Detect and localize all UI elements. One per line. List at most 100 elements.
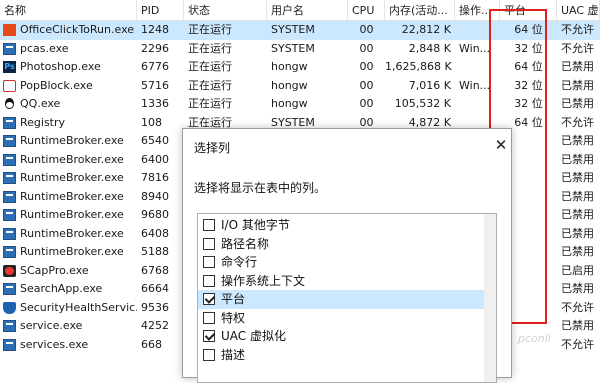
app-icon xyxy=(3,135,16,147)
cell-pid: 4252 xyxy=(141,319,169,332)
checkbox[interactable] xyxy=(203,219,215,231)
cell-uac-virtualization: 已禁用 xyxy=(561,171,594,184)
option-label: UAC 虚拟化 xyxy=(221,329,286,343)
process-name: pcas.exe xyxy=(20,41,69,55)
column-header-uac-virtualization[interactable]: UAC 虚拟化 xyxy=(557,0,600,21)
option-path-name[interactable]: 路径名称 xyxy=(198,235,496,254)
cell-platform: 32 位 xyxy=(514,78,543,92)
cell-memory: 1,625,868 K xyxy=(385,60,452,73)
shield-icon xyxy=(3,301,16,314)
process-name: RuntimeBroker.exe xyxy=(20,245,124,258)
cell-user: hongw xyxy=(271,97,308,110)
cell-platform: 64 位 xyxy=(514,60,543,73)
list-scrollbar[interactable] xyxy=(484,214,496,382)
process-name: Photoshop.exe xyxy=(20,60,101,73)
cell-name: RuntimeBroker.exe xyxy=(0,225,137,244)
cell-uac-virtualization: 已禁用 xyxy=(561,97,594,110)
cell-pid: 5188 xyxy=(141,245,169,258)
column-header-status[interactable]: 状态 xyxy=(184,0,267,21)
cell-memory: 105,532 K xyxy=(394,97,451,110)
cell-cpu: 00 xyxy=(359,41,374,55)
checkbox[interactable] xyxy=(203,311,215,324)
cell-uac-virtualization: 已禁用 xyxy=(561,152,594,166)
cell-pid: 2296 xyxy=(141,41,169,55)
process-name: RuntimeBroker.exe xyxy=(20,226,124,240)
cell-status: 正在运行 xyxy=(188,60,232,73)
cell-name: RuntimeBroker.exe xyxy=(0,243,137,262)
option-privileges[interactable]: 特权 xyxy=(198,309,496,328)
cell-platform: 64 位 xyxy=(514,23,543,36)
app-icon xyxy=(3,116,16,129)
cell-status: 正在运行 xyxy=(188,97,232,110)
process-name: RuntimeBroker.exe xyxy=(20,171,124,184)
option-os-context[interactable]: 操作系统上下文 xyxy=(198,272,496,291)
cell-pid: 9536 xyxy=(141,300,169,314)
cell-name: services.exe xyxy=(0,336,137,355)
app-icon xyxy=(3,283,16,295)
table-row[interactable]: pcas.exe 2296 正在运行 SYSTEM 00 2,848 K Win... 32 … xyxy=(0,40,600,59)
process-name: RuntimeBroker.exe xyxy=(20,208,124,221)
option-label: 特权 xyxy=(221,310,246,325)
cell-name: QQ.exe xyxy=(0,95,137,114)
cell-name: Ps Photoshop.exe xyxy=(0,58,137,77)
cell-uac-virtualization: 已禁用 xyxy=(561,78,594,92)
option-uac-virtualization[interactable]: UAC 虚拟化 xyxy=(198,327,496,346)
cell-name: service.exe xyxy=(0,317,137,336)
app-icon xyxy=(3,227,16,240)
process-name: RuntimeBroker.exe xyxy=(20,189,124,203)
table-row[interactable]: Ps Photoshop.exe 6776 正在运行 hongw 00 1,625,868 … xyxy=(0,58,600,77)
checkbox[interactable] xyxy=(203,237,215,250)
cell-name: SearchApp.exe xyxy=(0,280,137,299)
checkbox[interactable] xyxy=(203,330,215,342)
cell-pid: 8940 xyxy=(141,189,169,203)
checkbox[interactable] xyxy=(203,274,215,287)
process-name: RuntimeBroker.exe xyxy=(20,152,124,166)
option-io-other-bytes[interactable]: I/O 其他字节 xyxy=(198,216,496,235)
cell-cpu: 00 xyxy=(359,97,374,110)
column-header-pid[interactable]: PID xyxy=(137,0,184,21)
close-icon[interactable]: ✕ xyxy=(493,137,509,153)
cell-uac-virtualization: 不允许 xyxy=(561,23,594,36)
cell-cpu: 00 xyxy=(359,23,374,36)
scappro-icon xyxy=(3,264,16,277)
process-name: OfficeClickToRun.exe xyxy=(20,23,135,36)
column-header-platform[interactable]: 平台 xyxy=(500,0,557,21)
dialog-description: 选择将显示在表中的列。 xyxy=(194,181,327,195)
option-command-line[interactable]: 命令行 xyxy=(198,253,496,272)
cell-name: RuntimeBroker.exe xyxy=(0,206,137,225)
option-platform[interactable]: 平台 xyxy=(198,290,484,309)
column-header-user[interactable]: 用户名 xyxy=(267,0,348,21)
process-name: service.exe xyxy=(20,319,83,332)
popblock-icon xyxy=(3,79,16,92)
cell-uac-virtualization: 不允许 xyxy=(561,41,594,55)
cell-memory: 2,848 K xyxy=(408,41,451,55)
cell-uac-virtualization: 已禁用 xyxy=(561,208,594,221)
select-columns-dialog: 选择列 ✕ 选择将显示在表中的列。 I/O 其他字节 路径名称 命令行 操作系统上下文… xyxy=(182,128,512,383)
cell-pid: 6400 xyxy=(141,152,169,166)
app-icon xyxy=(3,320,16,332)
checkbox[interactable] xyxy=(203,348,215,361)
option-label: 平台 xyxy=(221,292,246,306)
app-icon xyxy=(3,209,16,221)
column-header-name[interactable]: 名称 xyxy=(0,0,137,21)
checkbox[interactable] xyxy=(203,256,215,268)
cell-cpu: 00 xyxy=(359,60,374,73)
process-name: QQ.exe xyxy=(20,97,61,110)
cell-name: PopBlock.exe xyxy=(0,77,137,96)
process-name: services.exe xyxy=(20,337,89,351)
option-label: 命令行 xyxy=(221,255,258,269)
table-row[interactable]: OfficeClickToRun.exe 1248 正在运行 SYSTEM 00 22,8… xyxy=(0,21,600,40)
cell-uac-virtualization: 已启用 xyxy=(561,263,594,277)
cell-user: hongw xyxy=(271,78,308,92)
photoshop-icon: Ps xyxy=(3,61,16,73)
table-row[interactable]: QQ.exe 1336 正在运行 hongw 00 105,532 K 32 位 已禁用 xyxy=(0,95,600,114)
option-label: 路径名称 xyxy=(221,236,270,251)
option-description[interactable]: 描述 xyxy=(198,346,496,365)
process-name: SearchApp.exe xyxy=(20,282,103,295)
column-header-cpu[interactable]: CPU xyxy=(348,0,385,21)
column-header-memory[interactable]: 内存(活动... xyxy=(385,0,455,21)
cell-platform: 32 位 xyxy=(514,41,543,55)
checkbox[interactable] xyxy=(203,293,215,305)
column-header-operation[interactable]: 操作... xyxy=(455,0,500,21)
table-row[interactable]: PopBlock.exe 5716 正在运行 hongw 00 7,016 K Win...… xyxy=(0,77,600,96)
